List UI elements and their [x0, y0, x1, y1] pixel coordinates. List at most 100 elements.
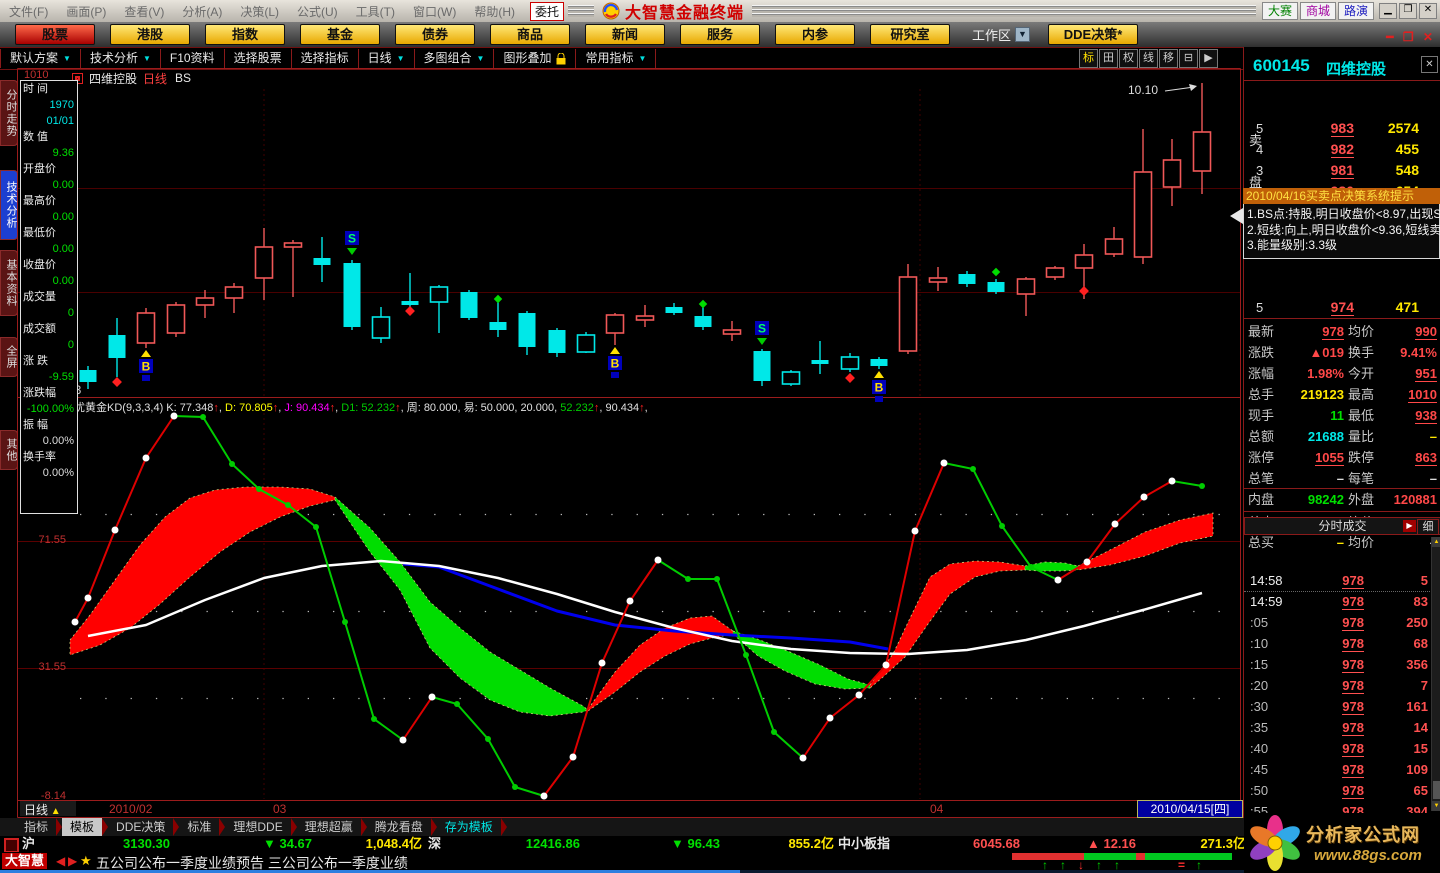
- ask-row[interactable]: 3981548: [1244, 160, 1427, 181]
- restore-button[interactable]: ❐: [1399, 3, 1417, 19]
- time-sales-row[interactable]: 14:5997883: [1244, 591, 1432, 612]
- toolbar2-item[interactable]: 常用指标▼: [576, 49, 656, 68]
- market-button[interactable]: 内参: [775, 24, 855, 45]
- market-button[interactable]: 基金: [300, 24, 380, 45]
- indicator-text: 周: 80.000, 易: 50.000, 20.000,: [407, 402, 561, 414]
- scrollbar[interactable]: ▲ ▼: [1431, 537, 1440, 811]
- dde-decision-button[interactable]: DDE决策*: [1048, 24, 1138, 45]
- market-button[interactable]: 商品: [490, 24, 570, 45]
- scroll-thumb[interactable]: [1433, 781, 1440, 799]
- bottom-tab-存为模板[interactable]: 存为模板: [437, 818, 501, 836]
- market-button[interactable]: 研究室: [870, 24, 950, 45]
- menu-item[interactable]: 画面(P): [57, 3, 115, 20]
- time-sales-row[interactable]: :05978250: [1244, 612, 1432, 633]
- bottom-tab-DDE决策[interactable]: DDE决策: [108, 818, 173, 836]
- ticker-prev-icon[interactable]: ◀: [56, 854, 65, 868]
- menu-item[interactable]: 查看(V): [115, 3, 173, 20]
- time-sales-row[interactable]: :45978109: [1244, 759, 1432, 780]
- toolbar2-item[interactable]: 技术分析▼: [81, 49, 161, 68]
- market-button[interactable]: 港股: [110, 24, 190, 45]
- info-value: -100.00%: [21, 401, 77, 417]
- expand-arrow-icon[interactable]: ▶: [1403, 520, 1416, 532]
- market-button[interactable]: 新闻: [585, 24, 665, 45]
- bottom-tab-腾龙看盘[interactable]: 腾龙看盘: [367, 818, 431, 836]
- ask-row[interactable]: 59832574: [1244, 118, 1427, 139]
- chart-tool-线[interactable]: 线: [1139, 49, 1158, 68]
- bottom-tab-理想DDE[interactable]: 理想DDE: [225, 818, 290, 836]
- dazhihui-terminal: 文件(F)画面(P)查看(V)分析(A)决策(L)公式(U)工具(T)窗口(W)…: [0, 0, 1440, 873]
- menu-item[interactable]: 分析(A): [173, 3, 231, 20]
- bottom-tab-指标[interactable]: 指标: [16, 818, 56, 836]
- market-button[interactable]: 指数: [205, 24, 285, 45]
- toolbar2-item[interactable]: 选择股票: [225, 49, 292, 68]
- minimize-button[interactable]: ▁: [1379, 3, 1397, 19]
- menu-item[interactable]: 帮助(H): [465, 3, 524, 20]
- market-button[interactable]: 债券: [395, 24, 475, 45]
- period-indicator[interactable]: 日线 ▲: [20, 801, 76, 816]
- indicator-label-row[interactable]: 优黄金KD(9,3,3,4) K: 77.348↑, D: 70.805↑, J…: [74, 399, 648, 412]
- bottom-tab-模板[interactable]: 模板: [62, 818, 102, 836]
- detail-button[interactable]: 细: [1417, 519, 1439, 535]
- sidebar-tab-其他[interactable]: 其他: [0, 430, 18, 470]
- sidebar-tab-基本资料[interactable]: 基本资料: [0, 250, 18, 316]
- time-sales-row[interactable]: :15978356: [1244, 654, 1432, 675]
- chart-stock-name: 四维控股: [89, 70, 137, 87]
- toolbar2-item[interactable]: 图形叠加: [494, 49, 576, 68]
- bottom-tabs: 指标模板 DDE决策标准理想DDE 理想超赢腾龙看盘存为模板: [0, 818, 1440, 836]
- menu-broker[interactable]: 委托: [530, 2, 564, 21]
- market-button[interactable]: 股票: [15, 24, 95, 45]
- child-window-buttons[interactable]: ━ ❐ ✕: [1386, 30, 1436, 44]
- toolbar2-item[interactable]: 日线▼: [359, 49, 415, 68]
- menu-item[interactable]: 公式(U): [288, 3, 347, 20]
- time-sales-row[interactable]: 14:589785: [1244, 570, 1432, 592]
- menu-item[interactable]: 工具(T): [347, 3, 404, 20]
- bottom-tab-理想超赢[interactable]: 理想超赢: [297, 818, 361, 836]
- status-window-icon[interactable]: [4, 838, 19, 853]
- toolbar2-item[interactable]: F10资料: [161, 49, 225, 68]
- bid-row[interactable]: 5974471: [1244, 297, 1427, 318]
- ticker-next-icon[interactable]: ▶: [68, 854, 77, 868]
- time-sales-header[interactable]: 分时成交 ▶ 细: [1244, 517, 1440, 535]
- toolbar2-item[interactable]: 选择指标: [292, 49, 359, 68]
- workspace-dropdown-icon[interactable]: ▼: [1015, 27, 1030, 42]
- chart-canvas[interactable]: BBBSS10.10←7.93: [0, 0, 1440, 873]
- chart-tool-▶[interactable]: ▶: [1199, 49, 1218, 68]
- chart-tool-权[interactable]: 权: [1119, 49, 1138, 68]
- time-sales-row[interactable]: :209787: [1244, 675, 1432, 696]
- corner-button[interactable]: 商城: [1300, 2, 1336, 20]
- chart-period-label[interactable]: 日线: [143, 70, 167, 87]
- time-sales-row[interactable]: :5097865: [1244, 780, 1432, 801]
- panel-close-icon[interactable]: ✕: [1421, 56, 1438, 73]
- workspace-label[interactable]: 工作区: [972, 25, 1011, 44]
- scroll-down-icon[interactable]: ▼: [1432, 801, 1440, 811]
- scroll-up-icon[interactable]: ▲: [1432, 537, 1440, 547]
- tooltip-line: 2.短线:向上,明日收盘价<9.36,短线卖出: [1247, 223, 1437, 239]
- time-sales-row[interactable]: :3597814: [1244, 717, 1432, 738]
- time-sales-row[interactable]: :1097868: [1244, 633, 1432, 654]
- sidebar-tab-分时走势[interactable]: 分时走势: [0, 80, 18, 146]
- info-label: 成交量: [21, 289, 77, 305]
- time-sales-row[interactable]: :30978161: [1244, 696, 1432, 717]
- time-sales-row[interactable]: :4097815: [1244, 738, 1432, 759]
- menu-item[interactable]: 窗口(W): [404, 3, 465, 20]
- ask-row[interactable]: 4982455: [1244, 139, 1427, 160]
- tooltip-arrow: [1230, 208, 1243, 224]
- chart-tool-标[interactable]: 标: [1079, 49, 1098, 68]
- menu-item[interactable]: 决策(L): [231, 3, 288, 20]
- corner-button[interactable]: 大赛: [1262, 2, 1298, 20]
- chart-tool-移[interactable]: 移: [1159, 49, 1178, 68]
- toolbar2-item[interactable]: 默认方案▼: [0, 49, 81, 68]
- toolbar2-item[interactable]: 多图组合▼: [415, 49, 495, 68]
- chart-tool-田[interactable]: 田: [1099, 49, 1118, 68]
- info-value: 0.00: [21, 273, 77, 289]
- sidebar-tab-全屏[interactable]: 全屏: [0, 337, 18, 377]
- status-item: 271.3亿: [1184, 836, 1246, 852]
- market-button[interactable]: 服务: [680, 24, 760, 45]
- menu-item[interactable]: 文件(F): [0, 3, 57, 20]
- corner-button[interactable]: 路演: [1338, 2, 1374, 20]
- watermark-url[interactable]: www.88gs.com: [1314, 847, 1422, 864]
- close-button[interactable]: ✕: [1419, 3, 1437, 19]
- bottom-tab-标准[interactable]: 标准: [179, 818, 219, 836]
- sidebar-tab-技术分析[interactable]: 技术分析: [0, 170, 18, 240]
- chart-tool-⊟[interactable]: ⊟: [1179, 49, 1198, 68]
